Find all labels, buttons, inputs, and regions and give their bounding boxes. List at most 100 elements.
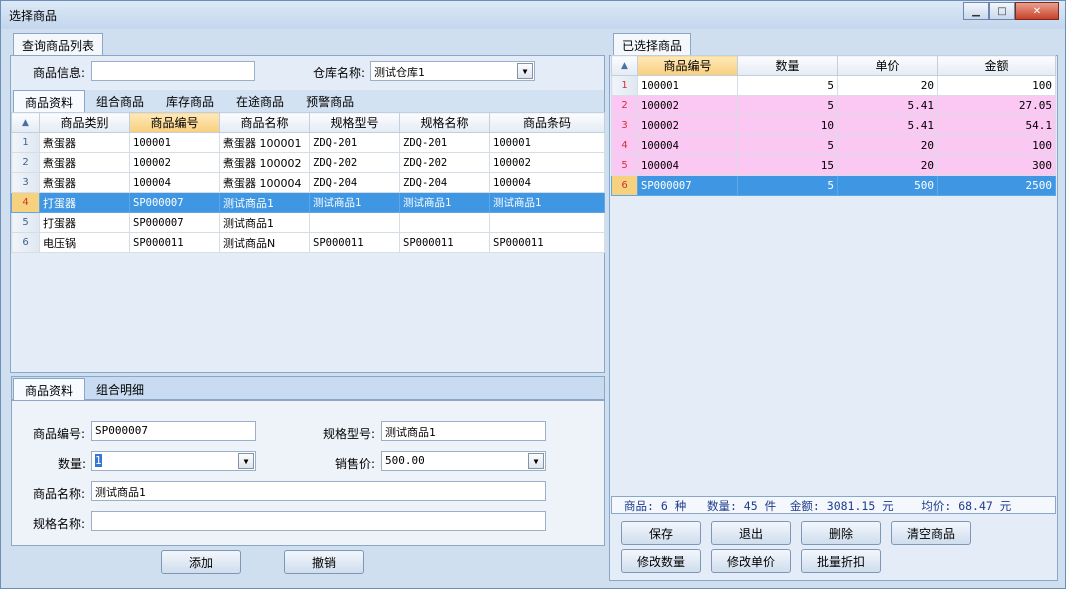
spec-name-input[interactable]	[91, 511, 546, 531]
table-cell: SP000007	[129, 192, 220, 213]
row-number[interactable]: 2	[11, 152, 40, 173]
column-header[interactable]: 商品编号	[129, 112, 220, 133]
table-cell: 5	[737, 175, 838, 196]
column-header[interactable]: 商品类别	[39, 112, 130, 133]
row-number[interactable]: 6	[11, 232, 40, 253]
exit-button[interactable]: 退出	[711, 521, 791, 545]
table-cell: 煮蛋器	[39, 172, 130, 193]
row-number[interactable]: 3	[611, 115, 638, 136]
product-tabs: 商品资料 组合商品 库存商品 在途商品 预警商品	[13, 90, 365, 112]
table-row[interactable]: 1 煮蛋器 100001 煮蛋器 100001 ZDQ-201 ZDQ-201 100001	[11, 132, 605, 153]
chevron-down-icon[interactable]: ▼	[517, 63, 533, 79]
tab-3[interactable]: 在途商品	[225, 90, 295, 112]
clear-products-button[interactable]: 清空商品	[891, 521, 971, 545]
table-cell: 100002	[637, 115, 738, 136]
tab-selected-products[interactable]: 已选择商品	[613, 33, 692, 55]
table-cell: 20	[837, 155, 938, 176]
row-number[interactable]: 1	[611, 75, 638, 96]
table-cell: ZDQ-204	[309, 172, 400, 193]
table-row[interactable]: 1 100001 5 20 100	[611, 75, 1056, 96]
cancel-button[interactable]: 撤销	[284, 550, 364, 574]
minimize-button[interactable]: ▁	[963, 2, 989, 20]
chevron-down-icon[interactable]: ▼	[528, 453, 544, 469]
maximize-button[interactable]: □	[989, 2, 1015, 20]
table-row[interactable]: 5 打蛋器 SP000007 测试商品1	[11, 212, 605, 233]
warehouse-value: 测试仓库1	[374, 66, 425, 79]
tab-0[interactable]: 商品资料	[13, 90, 86, 112]
product-name-input[interactable]: 测试商品1	[91, 481, 546, 501]
table-cell: 54.1	[937, 115, 1056, 136]
detail-tab-0[interactable]: 商品资料	[13, 378, 86, 400]
table-cell: 100004	[129, 172, 220, 193]
spec-model-input[interactable]: 测试商品1	[381, 421, 546, 441]
tab-query-product-list[interactable]: 查询商品列表	[13, 33, 104, 55]
table-cell: 100004	[637, 155, 738, 176]
row-number[interactable]: 3	[11, 172, 40, 193]
table-cell: ZDQ-202	[399, 152, 490, 173]
row-number[interactable]: 5	[611, 155, 638, 176]
table-cell: 测试商品1	[219, 212, 310, 233]
grid-corner-icon[interactable]: ▲	[11, 112, 40, 133]
delete-button[interactable]: 删除	[801, 521, 881, 545]
table-row[interactable]: 6 电压锅 SP000011 测试商品N SP000011 SP000011 SP00001…	[11, 232, 605, 253]
product-info-label: 商品信息:	[33, 66, 86, 80]
table-row[interactable]: 3 100002 10 5.41 54.1	[611, 115, 1056, 136]
table-row[interactable]: 4 100004 5 20 100	[611, 135, 1056, 156]
column-header[interactable]: 商品编号	[637, 55, 738, 76]
close-button[interactable]: ✕	[1015, 2, 1059, 20]
sale-price-label: 销售价:	[335, 457, 376, 471]
table-cell: 5.41	[837, 95, 938, 116]
column-header[interactable]: 商品名称	[219, 112, 310, 133]
save-button[interactable]: 保存	[621, 521, 701, 545]
warehouse-label: 仓库名称:	[313, 66, 366, 80]
row-number[interactable]: 6	[611, 175, 638, 196]
tab-2[interactable]: 库存商品	[155, 90, 225, 112]
row-number[interactable]: 4	[11, 192, 40, 213]
batch-discount-button[interactable]: 批量折扣	[801, 549, 881, 573]
column-header[interactable]: 规格型号	[309, 112, 400, 133]
table-cell: 电压锅	[39, 232, 130, 253]
column-header[interactable]: 单价	[837, 55, 938, 76]
modify-quantity-button[interactable]: 修改数量	[621, 549, 701, 573]
table-cell: 测试商品1	[219, 192, 310, 213]
table-row[interactable]: 4 打蛋器 SP000007 测试商品1 测试商品1 测试商品1 测试商品1	[11, 192, 605, 213]
table-cell: 打蛋器	[39, 192, 130, 213]
row-number[interactable]: 1	[11, 132, 40, 153]
table-cell: 100	[937, 135, 1056, 156]
table-cell: 20	[837, 75, 938, 96]
add-button[interactable]: 添加	[161, 550, 241, 574]
product-name-label: 商品名称:	[33, 487, 86, 501]
product-code-input[interactable]: SP000007	[91, 421, 256, 441]
chevron-down-icon[interactable]: ▼	[238, 453, 254, 469]
table-cell: 100002	[637, 95, 738, 116]
column-header[interactable]: 规格名称	[399, 112, 490, 133]
warehouse-select[interactable]: 测试仓库1 ▼	[370, 61, 535, 81]
column-header[interactable]: 数量	[737, 55, 838, 76]
modify-price-button[interactable]: 修改单价	[711, 549, 791, 573]
table-row[interactable]: 3 煮蛋器 100004 煮蛋器 100004 ZDQ-204 ZDQ-204 100004	[11, 172, 605, 193]
sale-price-select[interactable]: 500.00 ▼	[381, 451, 546, 471]
summary-status-bar: 商品: 6 种 数量: 45 件 金额: 3081.15 元 均价: 68.47…	[611, 496, 1056, 514]
table-cell: 20	[837, 135, 938, 156]
table-row[interactable]: 2 100002 5 5.41 27.05	[611, 95, 1056, 116]
table-cell: ZDQ-204	[399, 172, 490, 193]
row-number[interactable]: 4	[611, 135, 638, 156]
table-row[interactable]: 5 100004 15 20 300	[611, 155, 1056, 176]
table-cell: 100004	[637, 135, 738, 156]
product-info-input[interactable]	[91, 61, 255, 81]
row-number[interactable]: 5	[11, 212, 40, 233]
table-row[interactable]: 2 煮蛋器 100002 煮蛋器 100002 ZDQ-202 ZDQ-202 100002	[11, 152, 605, 173]
detail-tab-1[interactable]: 组合明细	[85, 378, 155, 400]
grid-corner-icon[interactable]: ▲	[611, 55, 638, 76]
tab-4[interactable]: 预警商品	[295, 90, 365, 112]
quantity-value: 1	[95, 454, 102, 467]
quantity-select[interactable]: 1 ▼	[91, 451, 256, 471]
table-cell: 100004	[489, 172, 605, 193]
column-header[interactable]: 商品条码	[489, 112, 605, 133]
tab-1[interactable]: 组合商品	[85, 90, 155, 112]
row-number[interactable]: 2	[611, 95, 638, 116]
column-header[interactable]: 金额	[937, 55, 1056, 76]
table-row[interactable]: 6 SP000007 5 500 2500	[611, 175, 1056, 196]
grid-empty-area	[11, 253, 604, 371]
table-cell: 煮蛋器 100004	[219, 172, 310, 193]
